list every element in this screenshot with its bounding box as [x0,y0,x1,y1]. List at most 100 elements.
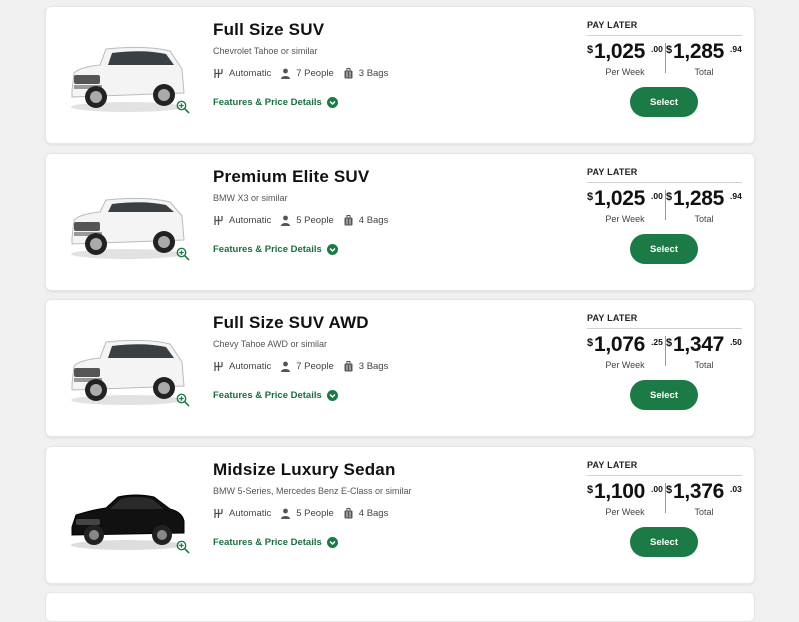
price-amount: 1,025 [594,187,646,210]
car-specs: Automatic 5 People 4 Bags [213,508,397,519]
per-week-caption: Per Week [605,360,645,370]
car-model-subtitle: BMW X3 or similar [213,193,288,203]
price-amount: 1,285 [673,187,725,210]
car-card-partial [45,592,755,622]
currency-symbol: $ [666,44,673,56]
zoom-in-icon[interactable] [176,100,192,116]
car-card: Full Size SUV AWD Chevy Tahoe AWD or sim… [45,299,755,437]
people-spec: 5 People [280,508,334,519]
price-amount: 1,376 [673,480,725,503]
price-amount: 1,347 [673,333,725,356]
total-caption: Total [694,360,714,370]
transmission-label: Automatic [229,68,272,79]
price-cents: .50 [730,337,742,347]
car-model-subtitle: BMW 5-Series, Mercedes Benz E-Class or s… [213,486,412,496]
price-amount: 1,285 [673,40,725,63]
person-icon [281,361,291,372]
chevron-down-icon [326,97,338,108]
select-button[interactable]: Select [630,380,698,410]
bags-label: 3 Bags [358,68,389,79]
features-price-details-link[interactable]: Features & Price Details [213,97,338,108]
price-cents: .94 [730,44,742,54]
gear-shift-icon [214,362,223,371]
zoom-in-icon[interactable] [176,393,192,409]
luggage-icon [344,68,353,79]
zoom-in-icon[interactable] [176,247,192,263]
car-image [66,328,188,408]
people-label: 7 People [296,68,334,79]
currency-symbol: $ [666,484,673,496]
price-amount: 1,076 [594,333,646,356]
car-class-title: Midsize Luxury Sedan [213,460,396,479]
pay-later-divider [587,328,742,329]
chevron-down-icon [326,537,338,548]
bags-spec: 4 Bags [343,508,388,519]
pay-later-label: PAY LATER [587,20,638,30]
car-model-subtitle: Chevrolet Tahoe or similar [213,46,318,56]
price-cents: .03 [730,484,742,494]
pay-later-divider [587,475,742,476]
currency-symbol: $ [587,44,594,56]
bags-spec: 4 Bags [343,215,389,226]
price-cents: .00 [651,44,663,54]
total-caption: Total [694,67,714,77]
features-price-details-link[interactable]: Features & Price Details [213,537,338,548]
person-icon [281,508,291,519]
currency-symbol: $ [587,191,594,203]
people-label: 5 People [296,215,334,226]
bags-spec: 3 Bags [343,68,389,79]
transmission-spec: Automatic [213,68,271,79]
features-label: Features & Price Details [213,244,322,255]
car-specs: Automatic 5 People 4 Bags [213,215,397,226]
person-icon [281,215,291,226]
car-class-title: Full Size SUV [213,20,325,39]
select-button[interactable]: Select [630,527,698,557]
currency-symbol: $ [666,337,673,349]
price-cents: .25 [651,337,663,347]
car-image [66,182,188,262]
features-price-details-link[interactable]: Features & Price Details [213,244,338,255]
pay-later-label: PAY LATER [587,167,638,177]
price-amount: 1,025 [594,40,646,63]
transmission-label: Automatic [229,508,272,519]
transmission-label: Automatic [229,361,272,372]
people-spec: 7 People [280,361,334,372]
people-label: 7 People [296,361,334,372]
per-week-caption: Per Week [605,67,645,77]
gear-shift-icon [214,69,223,78]
bags-spec: 3 Bags [343,361,389,372]
gear-shift-icon [214,216,223,225]
price-cents: .00 [651,484,663,494]
car-class-title: Premium Elite SUV [213,167,370,186]
pay-later-label: PAY LATER [587,460,638,470]
currency-symbol: $ [587,484,594,496]
pay-later-divider [587,35,742,36]
car-specs: Automatic 7 People 3 Bags [213,68,397,79]
transmission-spec: Automatic [213,508,271,519]
per-week-caption: Per Week [605,214,645,224]
features-label: Features & Price Details [213,390,322,401]
select-button[interactable]: Select [630,234,698,264]
currency-symbol: $ [587,337,594,349]
luggage-icon [344,361,353,372]
luggage-icon [344,508,353,519]
bags-label: 3 Bags [358,361,389,372]
select-button[interactable]: Select [630,87,698,117]
bags-label: 4 Bags [358,215,389,226]
price-cents: .94 [730,191,742,201]
car-image [66,475,188,555]
chevron-down-icon [326,244,338,255]
chevron-down-icon [326,390,338,401]
car-card: Full Size SUV Chevrolet Tahoe or similar… [45,6,755,144]
gear-shift-icon [214,509,223,518]
car-image [66,35,188,115]
transmission-spec: Automatic [213,361,271,372]
people-spec: 7 People [280,68,334,79]
per-week-caption: Per Week [605,507,645,517]
total-caption: Total [694,214,714,224]
zoom-in-icon[interactable] [176,540,192,556]
features-label: Features & Price Details [213,537,322,548]
transmission-label: Automatic [229,215,272,226]
pay-later-label: PAY LATER [587,313,638,323]
features-price-details-link[interactable]: Features & Price Details [213,390,338,401]
